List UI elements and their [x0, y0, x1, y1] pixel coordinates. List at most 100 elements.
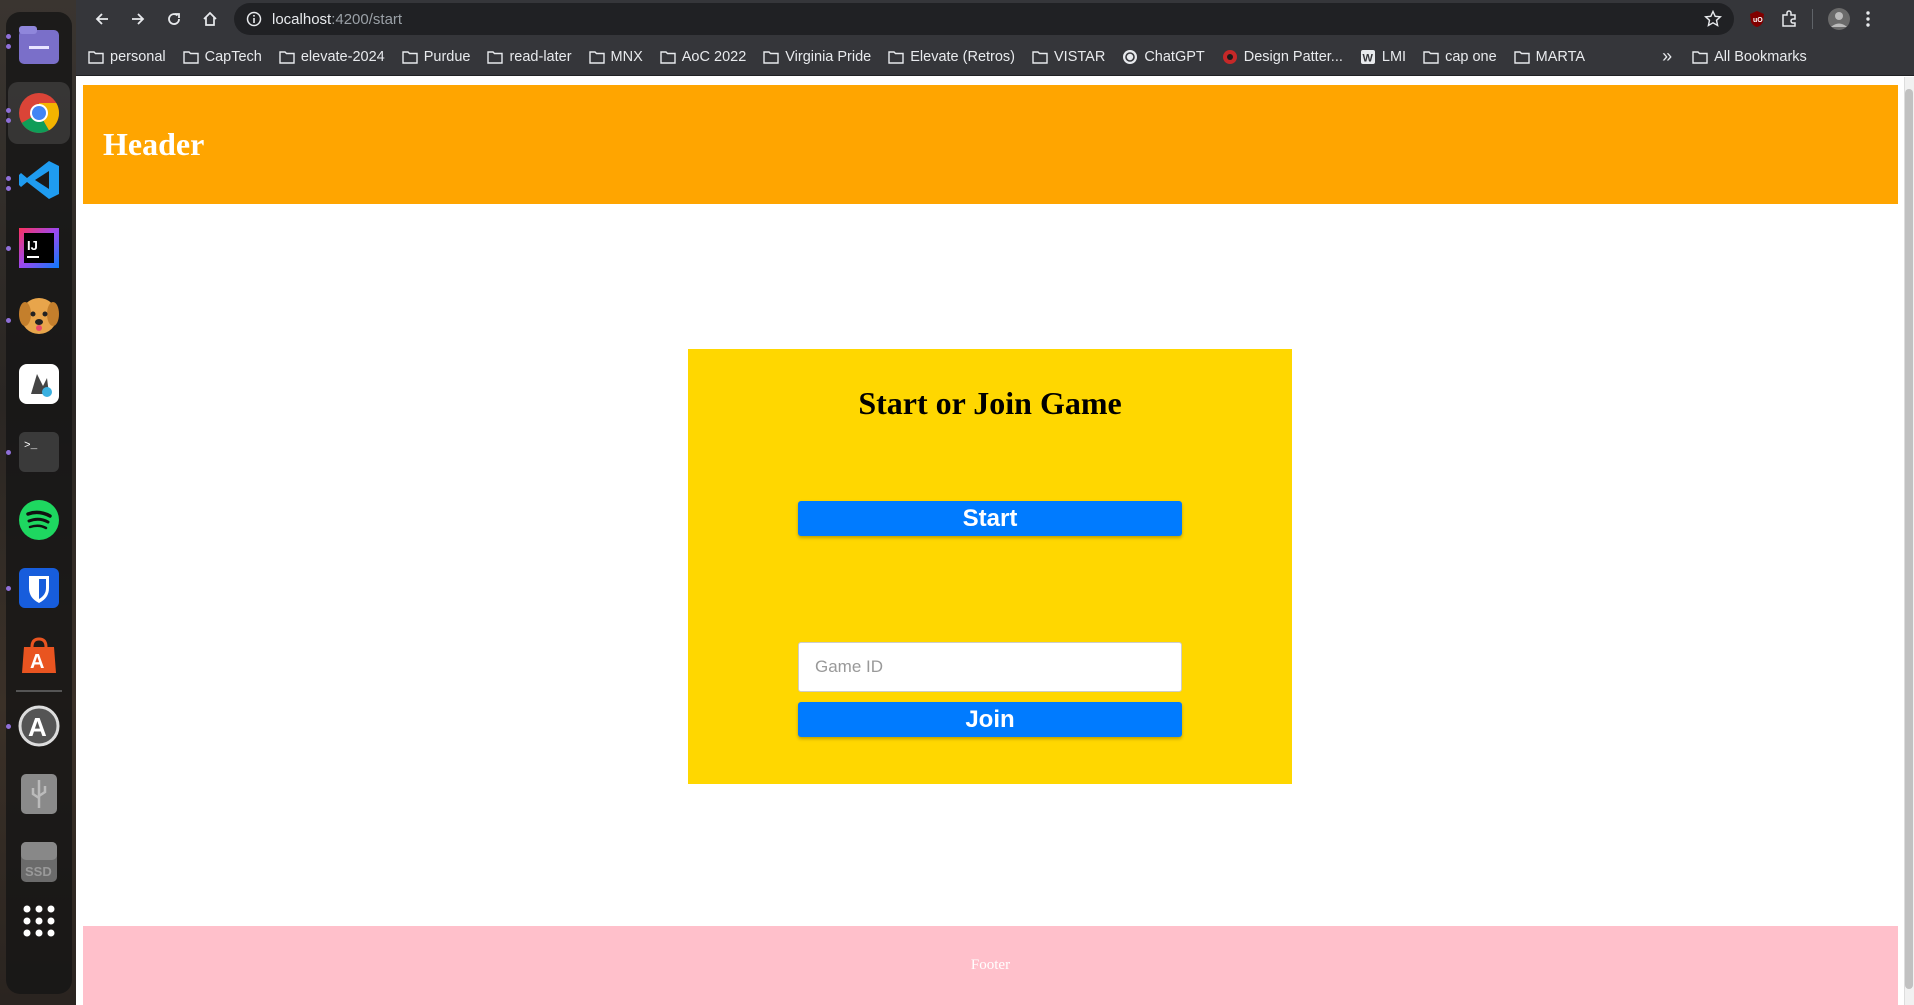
avatar[interactable]: [1827, 7, 1851, 31]
running-indicator: [6, 44, 11, 49]
bookmark-item[interactable]: AoC 2022: [660, 48, 747, 65]
bookmark-item[interactable]: cap one: [1423, 49, 1497, 65]
bookmark-label: Virginia Pride: [785, 48, 872, 65]
bookmark-label: ChatGPT: [1144, 48, 1205, 65]
svg-text:A: A: [28, 712, 47, 742]
running-indicator: [6, 586, 11, 591]
chrome-icon[interactable]: [8, 82, 70, 144]
spotify-icon[interactable]: [14, 495, 64, 545]
running-indicator: [6, 450, 11, 455]
bookmark-item[interactable]: MARTA: [1513, 49, 1585, 65]
bookmark-item[interactable]: read-later: [487, 48, 572, 65]
files-icon[interactable]: [14, 20, 64, 70]
app-center-icon[interactable]: A: [14, 631, 64, 681]
folder-icon: [182, 50, 199, 64]
address-bar[interactable]: localhost:4200/start: [234, 3, 1734, 35]
bookmark-item[interactable]: VISTAR: [1032, 49, 1105, 65]
page-footer: Footer: [83, 926, 1898, 1005]
usb-icon[interactable]: [14, 769, 64, 819]
forward-button[interactable]: [120, 1, 156, 37]
bookmark-label: cap one: [1445, 48, 1497, 65]
chatgpt-icon: [1123, 49, 1138, 64]
extensions-icon[interactable]: [1780, 10, 1798, 28]
header-title: Header: [103, 126, 205, 162]
reload-button[interactable]: [156, 1, 192, 37]
app-icon[interactable]: [14, 359, 64, 409]
svg-text:SSD: SSD: [25, 864, 52, 879]
bookmark-item[interactable]: MNX: [588, 48, 643, 65]
bookmark-item[interactable]: personal: [88, 49, 166, 65]
all-bookmarks-button[interactable]: All Bookmarks: [1692, 49, 1807, 65]
bookmark-item[interactable]: Design Patter...: [1222, 49, 1343, 65]
vscode-icon[interactable]: [14, 155, 64, 205]
running-indicator: [6, 108, 11, 113]
folder-icon: [88, 50, 104, 64]
bookmark-item[interactable]: Virginia Pride: [763, 49, 871, 65]
svg-text:>_: >_: [24, 440, 38, 452]
bookmark-label: VISTAR: [1054, 48, 1106, 65]
arrow-right-icon: [132, 13, 145, 25]
scrollbar[interactable]: [1904, 77, 1914, 1005]
svg-text:IJ: IJ: [27, 238, 38, 253]
bookmarks-bar: personal CapTech elevate-2024 Purdue read-la…: [76, 38, 1914, 76]
folder-icon: [1032, 50, 1048, 64]
bookmark-label: read-later: [509, 48, 572, 65]
menu-icon[interactable]: [1865, 10, 1871, 28]
url-host: localhost: [272, 10, 332, 28]
join-button[interactable]: Join: [798, 702, 1182, 737]
running-indicator: [6, 186, 11, 191]
bookmark-label: Elevate (Retros): [910, 48, 1016, 65]
bookmark-label: MNX: [610, 48, 643, 65]
site-icon: [1222, 49, 1237, 64]
footer-text: Footer: [970, 957, 1011, 973]
page-header: Header: [83, 85, 1898, 204]
bitwarden-icon[interactable]: [14, 563, 64, 613]
dog-icon[interactable]: [14, 291, 64, 341]
ssd-icon[interactable]: SSD: [14, 837, 64, 887]
folder-icon: [402, 50, 418, 64]
bookmark-label: CapTech: [204, 48, 262, 65]
folder-icon: [763, 50, 779, 64]
bookmark-item[interactable]: elevate-2024: [279, 49, 385, 65]
back-button[interactable]: [84, 1, 120, 37]
svg-text:uO: uO: [1753, 17, 1763, 24]
url-path: :4200/start: [331, 10, 403, 28]
bookmark-item[interactable]: CapTech: [182, 48, 262, 65]
ublock-icon[interactable]: uO: [1748, 10, 1766, 28]
more-bookmarks-button[interactable]: »: [1662, 46, 1672, 67]
app-grid-icon[interactable]: [14, 896, 64, 946]
bookmark-label: AoC 2022: [681, 48, 747, 65]
running-indicator: [6, 246, 11, 251]
browser-window: localhost:4200/start uO personal CapTech e…: [76, 0, 1914, 1005]
all-bookmarks-label: All Bookmarks: [1714, 48, 1807, 65]
running-indicator: [6, 318, 11, 323]
dock-separator: [16, 690, 62, 692]
intellij-icon[interactable]: IJ: [14, 223, 64, 273]
bookmark-item[interactable]: ChatGPT: [1122, 48, 1205, 65]
scrollbar-thumb[interactable]: [1905, 89, 1913, 989]
w-icon: W: [1360, 49, 1375, 64]
svg-text:A: A: [30, 651, 44, 673]
bookmark-label: elevate-2024: [300, 48, 385, 65]
toolbar: localhost:4200/start uO: [76, 0, 1914, 38]
game-id-input[interactable]: [798, 642, 1182, 692]
home-button[interactable]: [192, 1, 228, 37]
updater-icon[interactable]: A: [14, 701, 64, 751]
bookmark-label: Design Patter...: [1243, 48, 1343, 65]
start-button[interactable]: Start: [798, 501, 1182, 536]
info-icon[interactable]: [246, 11, 262, 27]
star-icon[interactable]: [1704, 10, 1722, 28]
folder-icon: [1692, 50, 1708, 64]
bookmark-item[interactable]: W LMI: [1360, 49, 1406, 65]
svg-text:W: W: [1362, 52, 1373, 64]
home-icon: [203, 11, 217, 26]
running-indicator: [6, 34, 11, 39]
dock: IJ >_ A A SSD: [0, 0, 76, 1005]
running-indicator: [6, 118, 11, 123]
terminal-icon[interactable]: >_: [14, 427, 64, 477]
bookmark-item[interactable]: Purdue: [402, 48, 471, 65]
arrow-left-icon: [95, 13, 108, 25]
page: Header Start or Join Game Start Join Foo…: [76, 77, 1914, 1005]
bookmark-label: Purdue: [423, 48, 471, 65]
bookmark-item[interactable]: Elevate (Retros): [888, 49, 1015, 65]
